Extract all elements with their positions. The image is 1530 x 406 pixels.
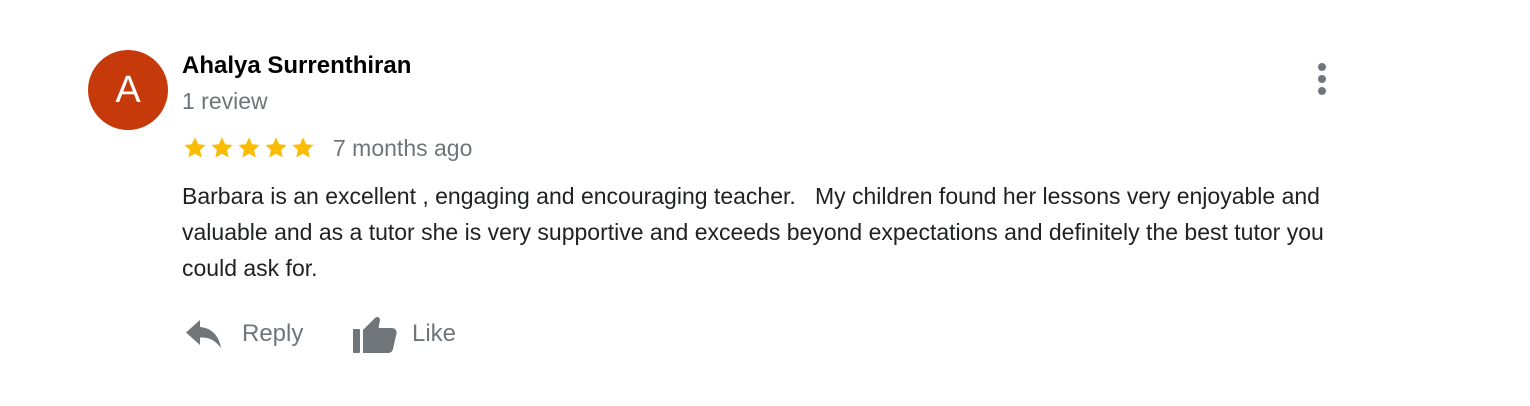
rating-row: 7 months ago <box>182 131 472 165</box>
star-icon <box>292 137 314 158</box>
reply-button[interactable]: Reply <box>184 312 303 356</box>
avatar-initial: A <box>115 69 141 111</box>
star-icon <box>211 137 233 158</box>
like-button[interactable]: Like <box>352 312 456 356</box>
star-rating <box>182 135 317 161</box>
review-date: 7 months ago <box>333 134 473 161</box>
star-icon <box>238 137 260 158</box>
more-options-button[interactable] <box>1306 60 1338 100</box>
star-icon <box>184 137 206 158</box>
star-icon <box>265 137 287 158</box>
like-label: Like <box>412 320 457 347</box>
review-text: Barbara is an excellent , engaging and e… <box>182 183 1331 281</box>
review-card: A Ahalya Surrenthiran 1 review 7 months … <box>0 0 1530 406</box>
author-name[interactable]: Ahalya Surrenthiran <box>182 52 411 80</box>
review-count[interactable]: 1 review <box>182 88 268 115</box>
avatar[interactable]: A <box>88 50 168 130</box>
thumbs-up-icon <box>353 316 397 353</box>
reply-label: Reply <box>242 320 304 347</box>
reply-icon <box>186 320 221 348</box>
